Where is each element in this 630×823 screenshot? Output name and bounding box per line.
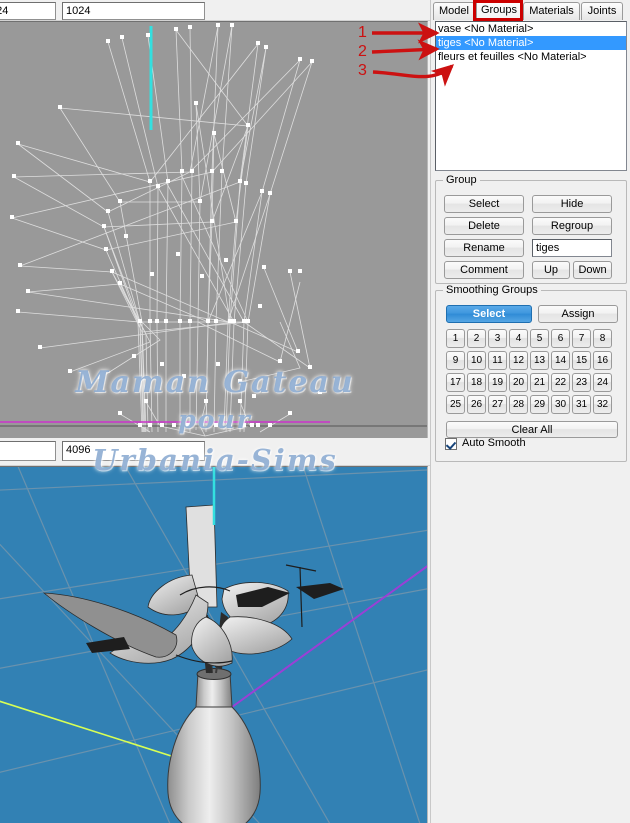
application-window: 024 1024 [0, 0, 630, 823]
auto-smooth-checkbox[interactable] [445, 438, 457, 450]
groups-panel: Model Groups Materials Joints vase <No M… [430, 0, 630, 823]
smoothing-group-18[interactable]: 18 [467, 373, 486, 392]
smoothing-group-7[interactable]: 7 [572, 329, 591, 348]
smoothing-group-8[interactable]: 8 [593, 329, 612, 348]
smoothing-group-30[interactable]: 30 [551, 395, 570, 414]
smoothing-group-29[interactable]: 29 [530, 395, 549, 414]
group-regroup-button[interactable]: Regroup [532, 217, 612, 235]
top-field-a[interactable]: 024 [0, 2, 56, 20]
smoothing-group-2[interactable]: 2 [467, 329, 486, 348]
smoothing-group-31[interactable]: 31 [572, 395, 591, 414]
group-list-item-vase[interactable]: vase <No Material> [436, 22, 626, 36]
wireframe-viewport[interactable] [0, 21, 428, 438]
tab-joints[interactable]: Joints [581, 2, 623, 20]
smoothing-group-11[interactable]: 11 [488, 351, 507, 370]
smoothing-group-20[interactable]: 20 [509, 373, 528, 392]
middle-toolbar: 1 4096 [0, 438, 430, 466]
wireframe-mesh [0, 23, 427, 437]
smoothing-group-15[interactable]: 15 [572, 351, 591, 370]
mid-field-a[interactable]: 1 [0, 441, 56, 461]
smoothing-select-button[interactable]: Select [446, 305, 532, 323]
tab-model[interactable]: Model [433, 2, 475, 20]
group-fieldset: Group Select Hide Delete Regroup Rename … [435, 174, 627, 284]
group-listbox[interactable]: vase <No Material> tiges <No Material> f… [435, 21, 627, 171]
smoothing-group-9[interactable]: 9 [446, 351, 465, 370]
smoothing-group-32[interactable]: 32 [593, 395, 612, 414]
group-delete-button[interactable]: Delete [444, 217, 524, 235]
smoothing-group-4[interactable]: 4 [509, 329, 528, 348]
smoothing-group-6[interactable]: 6 [551, 329, 570, 348]
smoothing-group-13[interactable]: 13 [530, 351, 549, 370]
axis-x-line [0, 700, 191, 763]
smoothing-group-14[interactable]: 14 [551, 351, 570, 370]
group-up-button[interactable]: Up [532, 261, 570, 279]
smoothing-group-28[interactable]: 28 [509, 395, 528, 414]
vase-body [167, 706, 261, 823]
smoothing-group-21[interactable]: 21 [530, 373, 549, 392]
viewport-column: 024 1024 [0, 0, 430, 823]
auto-smooth-label: Auto Smooth [462, 437, 526, 449]
group-select-button[interactable]: Select [444, 195, 524, 213]
top-field-b[interactable]: 1024 [62, 2, 205, 20]
smoothing-assign-button[interactable]: Assign [538, 305, 618, 323]
smoothing-fieldset-legend: Smoothing Groups [443, 284, 541, 296]
tab-groups[interactable]: Groups [476, 0, 522, 20]
smoothing-group-5[interactable]: 5 [530, 329, 549, 348]
group-down-button[interactable]: Down [573, 261, 612, 279]
smoothing-group-26[interactable]: 26 [467, 395, 486, 414]
smoothing-group-19[interactable]: 19 [488, 373, 507, 392]
shaded-3d-viewport[interactable] [0, 466, 428, 823]
smoothing-group-27[interactable]: 27 [488, 395, 507, 414]
vase-opening [196, 668, 232, 680]
group-hide-button[interactable]: Hide [532, 195, 612, 213]
mid-field-b[interactable]: 4096 [62, 441, 205, 461]
group-rename-input[interactable]: tiges [532, 239, 612, 257]
group-list-item-tiges[interactable]: tiges <No Material> [436, 36, 626, 50]
smoothing-group-1[interactable]: 1 [446, 329, 465, 348]
smoothing-group-24[interactable]: 24 [593, 373, 612, 392]
panel-tabstrip: Model Groups Materials Joints [431, 0, 630, 20]
smoothing-group-3[interactable]: 3 [488, 329, 507, 348]
group-comment-button[interactable]: Comment [444, 261, 524, 279]
smoothing-group-17[interactable]: 17 [446, 373, 465, 392]
tab-materials[interactable]: Materials [523, 2, 580, 20]
smoothing-group-10[interactable]: 10 [467, 351, 486, 370]
3d-scene [0, 467, 427, 823]
smoothing-group-23[interactable]: 23 [572, 373, 591, 392]
group-list-item-fleurs-et-feuilles[interactable]: fleurs et feuilles <No Material> [436, 50, 626, 64]
smoothing-group-25[interactable]: 25 [446, 395, 465, 414]
group-rename-button[interactable]: Rename [444, 239, 524, 257]
group-fieldset-legend: Group [443, 174, 480, 186]
smoothing-clear-all-button[interactable]: Clear All [446, 421, 618, 438]
top-toolbar: 024 1024 [0, 0, 430, 21]
smoothing-group-12[interactable]: 12 [509, 351, 528, 370]
smoothing-group-16[interactable]: 16 [593, 351, 612, 370]
smoothing-group-22[interactable]: 22 [551, 373, 570, 392]
